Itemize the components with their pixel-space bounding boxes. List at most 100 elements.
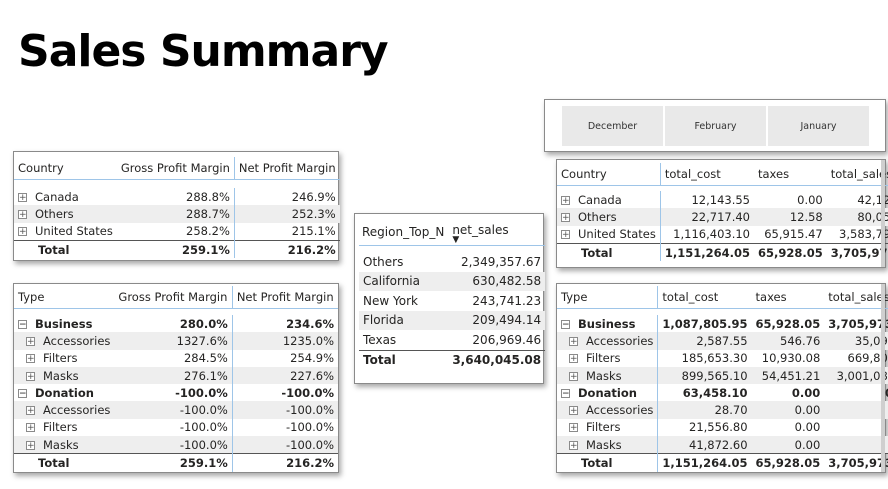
cell-net-margin: 246.9% bbox=[291, 189, 336, 204]
table-row: + Accessories 2,587.55 546.76 35,090.72 bbox=[557, 332, 888, 350]
month-slicer: December February January bbox=[544, 99, 886, 152]
plus-box-icon[interactable]: + bbox=[569, 336, 578, 346]
row-label: Donation bbox=[578, 385, 637, 400]
row-label: Business bbox=[578, 316, 636, 331]
column-header-taxes[interactable]: taxes bbox=[754, 163, 827, 186]
table-row: + Masks 41,872.60 0.00 0.00 bbox=[557, 436, 888, 454]
table-row: + Filters 284.5% 254.9% bbox=[14, 349, 338, 367]
plus-box-icon[interactable]: + bbox=[26, 354, 35, 364]
minus-box-icon[interactable]: − bbox=[18, 388, 27, 398]
plus-box-icon[interactable]: + bbox=[569, 406, 578, 416]
row-label: Canada bbox=[578, 192, 622, 207]
plus-box-icon[interactable]: + bbox=[569, 354, 578, 364]
column-header-gross-profit-margin[interactable]: Gross Profit Margin bbox=[114, 286, 233, 309]
cell-total-sales: 3,583,799.50 bbox=[839, 227, 888, 242]
cell-net-margin: 254.9% bbox=[290, 351, 334, 366]
column-header-net-sales[interactable]: net_sales ▼ bbox=[448, 219, 546, 246]
cell-net-margin: -100.0% bbox=[232, 436, 338, 454]
plus-box-icon[interactable]: + bbox=[26, 406, 35, 416]
cell-taxes: 546.76 bbox=[751, 332, 825, 350]
cell-taxes: 0.00 bbox=[794, 420, 821, 435]
region-net-sales-table: Region_Top_N net_sales ▼ Others 2,349,35… bbox=[354, 213, 546, 384]
row-label: Total bbox=[14, 453, 115, 472]
total-row: Total 259.1% 216.2% bbox=[14, 239, 340, 259]
cell-taxes: 65,928.05 bbox=[754, 242, 827, 262]
vertical-scrollbar[interactable] bbox=[881, 160, 885, 267]
row-label: Accessories bbox=[586, 403, 654, 418]
plus-box-icon[interactable]: + bbox=[26, 371, 35, 381]
plus-box-icon[interactable]: + bbox=[561, 195, 570, 205]
table-row: New York 243,741.23 bbox=[359, 291, 545, 311]
cell-gross-margin: 276.1% bbox=[114, 366, 233, 385]
plus-box-icon[interactable]: + bbox=[26, 423, 35, 433]
column-header-total-cost[interactable]: total_cost bbox=[657, 286, 752, 309]
row-label: United States bbox=[35, 224, 113, 239]
vertical-scrollbar[interactable] bbox=[881, 284, 885, 472]
row-label: Total bbox=[359, 349, 449, 370]
cell-total-cost: 1,151,264.05 bbox=[660, 242, 754, 262]
row-label: Filters bbox=[43, 420, 78, 435]
plus-box-icon[interactable]: + bbox=[569, 440, 578, 450]
minus-box-icon[interactable]: − bbox=[561, 319, 570, 329]
slicer-option-december[interactable]: December bbox=[562, 106, 663, 146]
cell-taxes: 54,451.21 bbox=[751, 366, 825, 385]
minus-box-icon[interactable]: − bbox=[561, 388, 570, 398]
plus-box-icon[interactable]: + bbox=[569, 371, 578, 381]
row-label: Masks bbox=[586, 368, 622, 383]
column-header-region-top-n[interactable]: Region_Top_N bbox=[359, 219, 449, 246]
plus-box-icon[interactable]: + bbox=[561, 230, 570, 240]
cell-total-sales: 0.00 bbox=[824, 419, 888, 436]
plus-box-icon[interactable]: + bbox=[18, 227, 27, 237]
cell-net-sales: 206,969.46 bbox=[472, 332, 542, 347]
cell-total-cost: 41,872.60 bbox=[657, 436, 752, 454]
table-row: − Business 280.0% 234.6% bbox=[14, 315, 338, 333]
plus-box-icon[interactable]: + bbox=[18, 209, 27, 219]
cell-net-margin: -100.0% bbox=[281, 385, 334, 400]
slicer-option-february[interactable]: February bbox=[665, 106, 766, 146]
column-header-total-cost[interactable]: total_cost bbox=[660, 163, 754, 186]
column-header-type[interactable]: Type bbox=[14, 286, 115, 309]
row-label: New York bbox=[363, 293, 418, 308]
column-header-total-sales[interactable]: total_sales bbox=[826, 163, 888, 186]
cell-total-sales: 3,705,973.13 bbox=[824, 453, 888, 472]
cell-taxes: 65,928.05 bbox=[751, 453, 825, 472]
cell-total-sales: 3,001,081.02 bbox=[824, 366, 888, 385]
cell-gross-margin: -100.0% bbox=[114, 384, 233, 402]
minus-box-icon[interactable]: − bbox=[18, 319, 27, 329]
table-row: + Masks -100.0% -100.0% bbox=[14, 436, 338, 454]
cell-total-sales: 3,705,973.13 bbox=[828, 316, 888, 331]
cell-gross-margin: -100.0% bbox=[114, 436, 233, 454]
cell-total-sales: 35,090.72 bbox=[824, 332, 888, 350]
column-header-country[interactable]: Country bbox=[557, 163, 661, 186]
sort-descending-icon[interactable]: ▼ bbox=[452, 236, 541, 245]
plus-box-icon[interactable]: + bbox=[26, 336, 35, 346]
column-header-net-profit-margin[interactable]: Net Profit Margin bbox=[232, 286, 338, 309]
slicer-option-january[interactable]: January bbox=[768, 106, 869, 146]
cell-total-cost: 12,143.55 bbox=[691, 192, 750, 207]
cell-net-margin: 227.6% bbox=[232, 366, 338, 385]
cell-net-margin: -100.0% bbox=[232, 401, 338, 419]
plus-box-icon[interactable]: + bbox=[18, 192, 27, 202]
column-header-gross-profit-margin[interactable]: Gross Profit Margin bbox=[116, 157, 235, 180]
cell-total-cost: 1,087,805.95 bbox=[662, 316, 748, 331]
column-header-total-sales[interactable]: total_sales bbox=[824, 286, 888, 309]
cell-total-cost: 899,565.10 bbox=[657, 366, 752, 385]
cell-taxes: 65,915.47 bbox=[764, 227, 823, 242]
cell-net-sales: 3,640,045.08 bbox=[448, 349, 546, 370]
table-row: + Filters 21,556.80 0.00 0.00 bbox=[557, 418, 888, 437]
plus-box-icon[interactable]: + bbox=[561, 212, 570, 222]
cell-net-margin: 215.1% bbox=[291, 224, 336, 239]
column-header-net-profit-margin[interactable]: Net Profit Margin bbox=[234, 157, 340, 180]
table-row: California 630,482.58 bbox=[359, 271, 546, 291]
cell-taxes: 0.00 bbox=[751, 436, 825, 454]
plus-box-icon[interactable]: + bbox=[26, 440, 35, 450]
table-row: + Filters -100.0% -100.0% bbox=[14, 418, 338, 437]
plus-box-icon[interactable]: + bbox=[569, 423, 578, 433]
cell-total-cost: 22,717.40 bbox=[660, 208, 754, 226]
cell-net-sales: 630,482.58 bbox=[448, 271, 546, 291]
column-header-country[interactable]: Country bbox=[14, 157, 117, 180]
column-header-taxes[interactable]: taxes bbox=[751, 286, 825, 309]
page-title: Sales Summary bbox=[18, 26, 389, 77]
cell-gross-margin: 259.1% bbox=[114, 453, 233, 472]
column-header-type[interactable]: Type bbox=[557, 286, 659, 309]
